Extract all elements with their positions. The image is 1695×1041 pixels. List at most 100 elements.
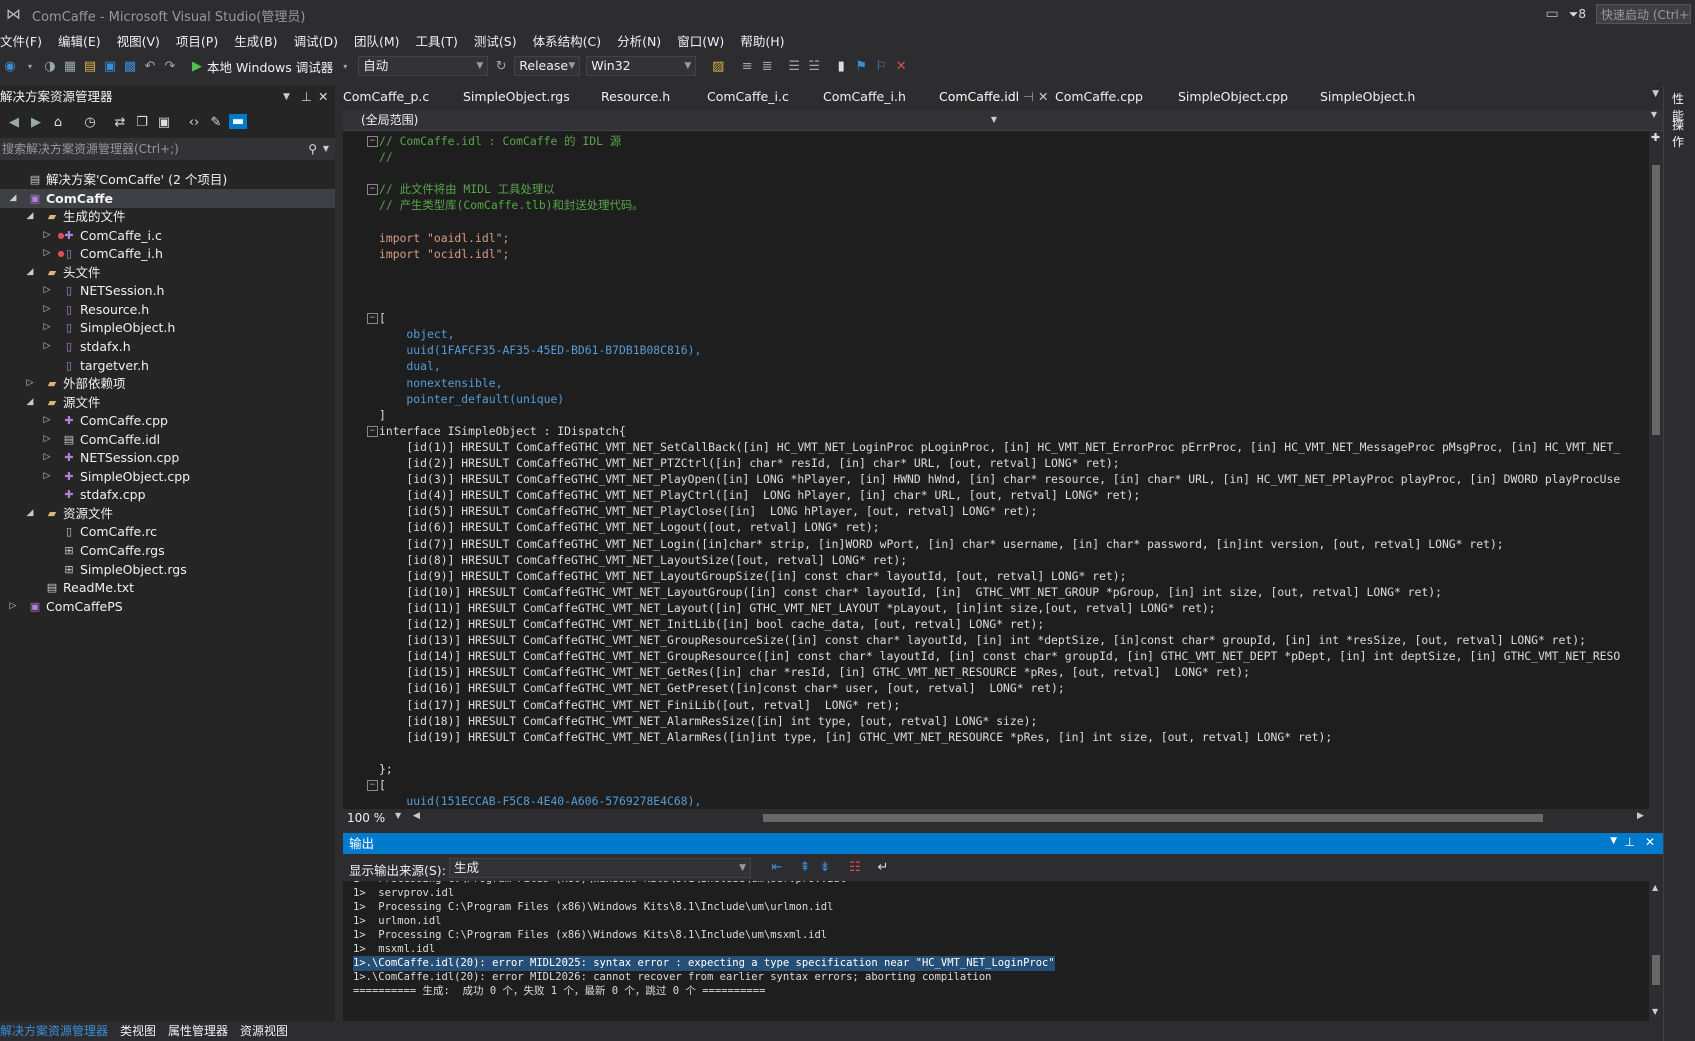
open-file-icon[interactable]: ▤ (83, 59, 97, 74)
mode-combo[interactable]: 自动 ▼ (358, 56, 489, 76)
panel-tab[interactable]: 解决方案资源管理器 (0, 1021, 114, 1041)
next-bookmark-icon[interactable]: ⚐ (874, 59, 888, 74)
configuration-combo[interactable]: Release ▼ (514, 56, 581, 76)
output-line[interactable]: 1> urlmon.idl (353, 914, 442, 929)
editor-tab[interactable]: ComCaffe.cpp (1055, 86, 1143, 108)
editor-tab[interactable]: ComCaffe_i.h (823, 86, 906, 108)
editor-tab[interactable]: ComCaffe_i.c (707, 86, 789, 108)
properties-icon[interactable]: ✎ (209, 115, 223, 130)
collapsed-arrow-icon[interactable]: ▷ (8, 597, 18, 616)
output-line[interactable]: 1> Processing C:\Program Files (x86)\Win… (353, 928, 827, 943)
dropdown-arrow-icon[interactable]: ▾ (23, 62, 37, 71)
editor-tab[interactable]: SimpleObject.cpp (1178, 86, 1288, 108)
bookmark-icon[interactable]: ▮ (834, 59, 848, 74)
forward-icon[interactable]: ▶ (29, 115, 43, 130)
editor-tab[interactable]: ComCaffe_p.c (343, 86, 429, 108)
menu-item[interactable]: 调试(D) (294, 31, 348, 50)
tree-item[interactable]: ◢ ▣ ComCaffe (0, 188, 335, 208)
tree-item[interactable]: ✚ stdafx.cpp (0, 485, 335, 504)
pane-menu-icon[interactable]: ▼ (283, 86, 290, 108)
tree-item[interactable]: ◢ ▰ 资源文件 (0, 504, 335, 523)
tree-item[interactable]: ▷ ▯ stdafx.h (0, 337, 335, 356)
expanded-arrow-icon[interactable]: ◢ (8, 189, 18, 208)
tree-item[interactable]: ⊞ SimpleObject.rgs (0, 560, 335, 579)
menu-item[interactable]: 编辑(E) (58, 31, 111, 50)
fold-toggle-icon[interactable]: − (367, 313, 378, 325)
tree-item[interactable]: ▷ ▣ ComCaffePS (0, 597, 335, 616)
debug-target-dropdown-icon[interactable]: ▾ (338, 62, 352, 71)
expanded-arrow-icon[interactable]: ◢ (25, 263, 35, 282)
feedback-icon[interactable]: ▭ (1546, 6, 1559, 22)
panel-tab[interactable]: 属性管理器 (168, 1021, 234, 1041)
forward-icon[interactable]: ◑ (43, 59, 57, 74)
tree-item[interactable]: ▯ targetver.h (0, 356, 335, 375)
member-combo[interactable]: ▼ (1005, 110, 1663, 130)
sync-icon[interactable]: ⇄ (113, 115, 127, 130)
menu-item[interactable]: 团队(M) (354, 31, 410, 50)
undo-icon[interactable]: ↶ (143, 59, 157, 74)
actions-tab[interactable]: 操作 (1672, 116, 1692, 150)
editor-tab[interactable]: ComCaffe.idl ⊣ ✕ (939, 86, 1049, 108)
collapsed-arrow-icon[interactable]: ▷ (42, 318, 52, 337)
editor-tab[interactable]: Resource.h (601, 86, 670, 108)
scroll-down-icon[interactable]: ▼ (1652, 1007, 1658, 1016)
fold-toggle-icon[interactable]: − (367, 136, 378, 147)
show-all-files-icon[interactable]: ▣ (157, 115, 171, 130)
tree-item[interactable]: ▯ ComCaffe.rc (0, 522, 335, 541)
close-tab-icon[interactable]: ✕ (1038, 89, 1048, 104)
close-icon[interactable]: ✕ (318, 86, 328, 108)
tree-item[interactable]: ◢ ▰ 生成的文件 (0, 207, 335, 226)
output-line[interactable]: 1>.\ComCaffe.idl(20): error MIDL2025: sy… (353, 956, 1055, 971)
editor-tab[interactable]: SimpleObject.h (1320, 86, 1415, 108)
expanded-arrow-icon[interactable]: ◢ (25, 393, 35, 412)
fold-toggle-icon[interactable]: − (367, 780, 378, 791)
pane-menu-icon[interactable]: ▼ (1610, 836, 1617, 846)
clear-all-icon[interactable]: ☷ (848, 860, 862, 875)
redo-icon[interactable]: ↷ (163, 59, 177, 74)
output-vertical-scrollbar[interactable]: ▲ ▼ (1649, 881, 1663, 1021)
find-message-icon[interactable]: ⇤ (770, 860, 784, 875)
scroll-left-icon[interactable]: ◀ (413, 811, 420, 821)
collapse-all-icon[interactable]: ❐ (135, 115, 149, 130)
back-icon[interactable]: ◀ (7, 115, 21, 130)
collapsed-arrow-icon[interactable]: ▷ (42, 411, 52, 430)
collapsed-arrow-icon[interactable]: ▷ (42, 448, 52, 467)
scroll-up-icon[interactable]: ▲ (1652, 883, 1658, 892)
tree-item[interactable]: ▷ ▯ Resource.h (0, 300, 335, 319)
tree-item[interactable]: ◢ ▰ 源文件 (0, 393, 335, 412)
debug-target-button[interactable]: 本地 Windows 调试器 (207, 57, 333, 76)
tree-item[interactable]: ▷ ✚ SimpleObject.cpp (0, 467, 335, 486)
platform-combo[interactable]: Win32 ▼ (586, 56, 697, 76)
menu-item[interactable]: 帮助(H) (740, 31, 794, 50)
fold-toggle-icon[interactable]: − (367, 425, 378, 437)
tree-item[interactable]: ▷ ▯ SimpleObject.h (0, 318, 335, 337)
editor-horizontal-scrollbar[interactable]: 100 % ▼ ◀ ▶ (343, 809, 1663, 827)
pin-icon[interactable]: ⊥ (1625, 835, 1635, 849)
output-horizontal-scrollbar[interactable] (343, 1021, 1663, 1041)
view-code-icon[interactable]: ‹› (187, 115, 201, 130)
chevron-down-icon[interactable]: ▼ (395, 811, 401, 820)
menu-item[interactable]: 生成(B) (234, 31, 287, 50)
output-line[interactable]: 1>.\ComCaffe.idl(20): error MIDL2026: ca… (353, 970, 991, 985)
panel-tab[interactable]: 类视图 (120, 1021, 162, 1041)
output-vertical-scroll-thumb[interactable] (1652, 955, 1660, 985)
tree-item[interactable]: ▷ ✚ ComCaffe.cpp (0, 411, 335, 430)
uncomment-icon[interactable]: ☱ (807, 59, 821, 74)
tree-item[interactable]: ▷ ● ▯ ComCaffe_i.h (0, 244, 335, 263)
save-icon[interactable]: ▣ (103, 59, 117, 74)
menu-item[interactable]: 体系结构(C) (533, 31, 611, 50)
collapsed-arrow-icon[interactable]: ▷ (42, 281, 52, 300)
menu-item[interactable]: 文件(F) (0, 31, 52, 50)
output-line[interactable]: ========== 生成: 成功 0 个，失败 1 个，最新 0 个，跳过 0… (353, 984, 765, 999)
code-editor[interactable]: // ComCaffe.idl : ComCaffe 的 IDL 源 −//// … (343, 131, 1649, 809)
quick-launch-input[interactable]: 快速启动 (Ctrl+Q) (1596, 4, 1691, 24)
collapsed-arrow-icon[interactable]: ▷ (42, 300, 52, 319)
collapsed-arrow-icon[interactable]: ▷ (42, 430, 52, 449)
menu-item[interactable]: 分析(N) (617, 31, 671, 50)
tree-item[interactable]: ▷ ▰ 外部依赖项 (0, 374, 335, 393)
tree-item[interactable]: ▷ ▤ ComCaffe.idl (0, 430, 335, 449)
next-message-icon[interactable]: ⇟ (818, 860, 832, 875)
pin-tab-icon[interactable]: ⊣ (1019, 89, 1038, 104)
editor-tab[interactable]: SimpleObject.rgs (463, 86, 570, 108)
output-text[interactable]: 1> Processing C:\Program Files (x86)\Win… (343, 881, 1649, 1021)
